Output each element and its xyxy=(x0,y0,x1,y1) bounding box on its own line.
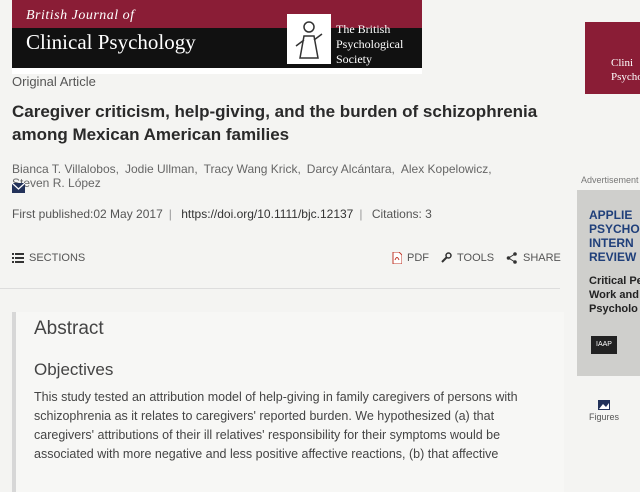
abstract-heading: Abstract xyxy=(34,318,104,339)
cover-text: Clini Psycho xyxy=(611,57,640,83)
journal-name-small: British Journal of xyxy=(26,8,135,23)
article-title: Caregiver criticism, help-giving, and th… xyxy=(12,102,538,144)
share-icon xyxy=(506,252,517,264)
author-link[interactable]: Darcy Alcántara, xyxy=(307,162,395,176)
author-link[interactable]: Steven R. López xyxy=(12,176,101,190)
first-published: First published:02 May 2017 xyxy=(12,207,163,221)
pdf-icon xyxy=(392,252,402,264)
image-icon xyxy=(598,400,610,410)
tools-button[interactable]: TOOLS xyxy=(440,252,494,264)
share-label: SHARE xyxy=(523,252,561,264)
tools-label: TOOLS xyxy=(457,252,495,264)
iaap-logo: IAAP xyxy=(591,336,617,354)
advertisement-banner[interactable]: APPLIE PSYCHO INTERN REVIEW Critical Pe … xyxy=(577,190,640,376)
envelope-icon[interactable] xyxy=(11,180,26,198)
journal-name: Clinical Psychology xyxy=(26,30,196,54)
figures-label: Figures xyxy=(589,412,620,422)
share-button[interactable]: SHARE xyxy=(506,252,561,264)
citations-count[interactable]: Citations: 3 xyxy=(372,207,432,221)
advertisement-label: Advertisement xyxy=(581,175,639,185)
article-toolbar: SECTIONS PDF TOOLS SHARE xyxy=(12,252,561,274)
toolbar-divider xyxy=(0,288,560,289)
ad-subheading: Critical Pe Work and Psycholo xyxy=(589,275,640,315)
list-icon xyxy=(12,253,24,263)
journal-banner[interactable]: British Journal of Clinical Psychology T… xyxy=(12,0,422,74)
pdf-button[interactable]: PDF xyxy=(392,252,429,264)
pdf-label: PDF xyxy=(407,252,429,264)
abstract-text: This study tested an attribution model o… xyxy=(34,390,518,461)
wrench-icon xyxy=(441,252,452,263)
right-sidebar: Clini Psycho Advertisement APPLIE PSYCHO… xyxy=(575,0,640,480)
author-link[interactable]: Bianca T. Villalobos, xyxy=(12,162,119,176)
author-link[interactable]: Jodie Ullman, xyxy=(125,162,198,176)
ad-heading: APPLIE PSYCHO INTERN REVIEW xyxy=(589,208,640,264)
author-list: Bianca T. Villalobos, Jodie Ullman, Trac… xyxy=(12,162,572,190)
author-link[interactable]: Tracy Wang Krick, xyxy=(204,162,301,176)
sections-label: SECTIONS xyxy=(29,252,86,264)
sections-button[interactable]: SECTIONS xyxy=(12,252,85,264)
abstract-section: Abstract Objectives This study tested an… xyxy=(12,312,564,492)
objectives-heading: Objectives xyxy=(34,360,114,379)
figures-button[interactable]: Figures xyxy=(589,400,619,422)
society-name: The British Psychological Society xyxy=(336,22,404,66)
bps-logo-icon xyxy=(287,14,331,64)
author-link[interactable]: Alex Kopelowicz, xyxy=(401,162,492,176)
article-type: Original Article xyxy=(12,74,96,89)
journal-cover-thumbnail[interactable]: Clini Psycho xyxy=(585,22,640,94)
publication-meta: First published:02 May 2017 | https://doi… xyxy=(12,207,432,221)
doi-link[interactable]: https://doi.org/10.1111/bjc.12137 xyxy=(181,207,353,221)
